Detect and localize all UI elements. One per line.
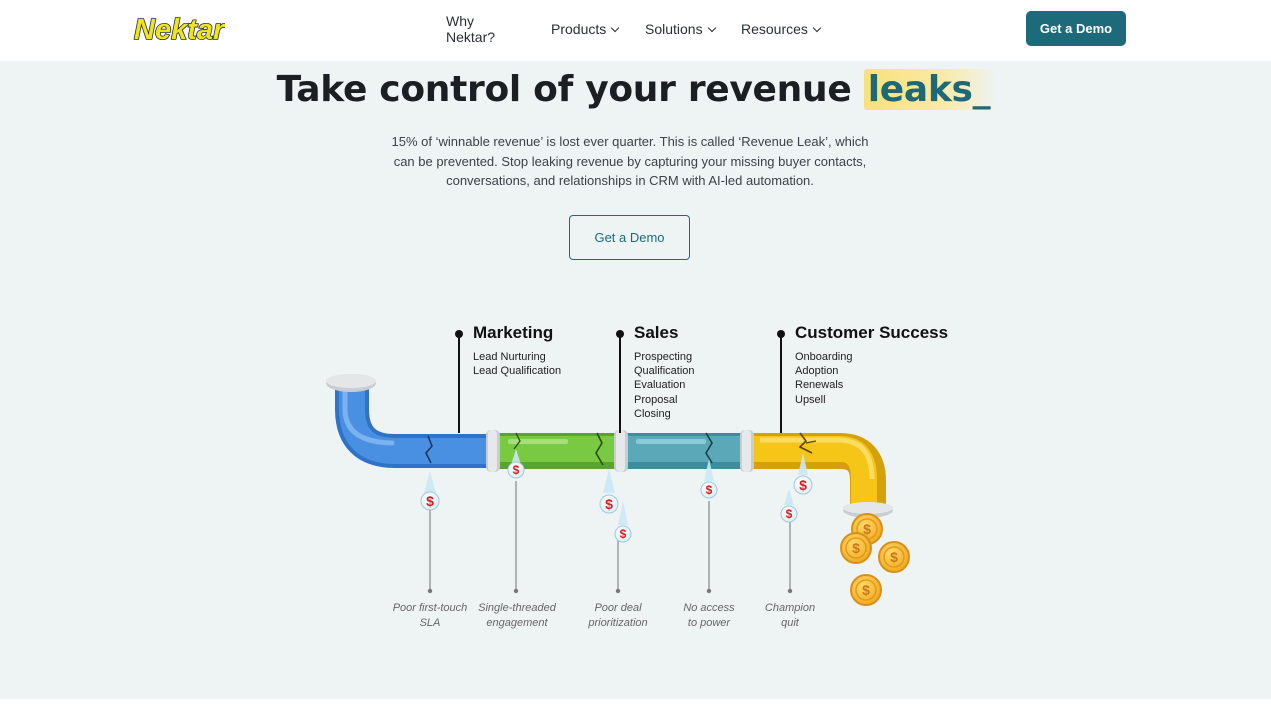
drop-symbol: $ [706, 483, 713, 497]
leak-label-line: Single-threaded [478, 602, 556, 614]
nav-link-products[interactable]: Products [551, 19, 620, 39]
stage-items: Lead Nurturing Lead Qualification [473, 350, 561, 378]
coin-symbol: $ [852, 540, 860, 556]
leak-label-line: Poor deal [594, 602, 642, 614]
stage-title: Sales [634, 323, 679, 342]
stage-items: Prospecting Qualification Evaluation Pro… [634, 350, 695, 421]
stage-items: Onboarding Adoption Renewals Upsell [795, 350, 853, 407]
coin-symbol: $ [890, 549, 898, 565]
drop-symbol: $ [426, 493, 434, 509]
stage-item: Prospecting [634, 351, 693, 363]
chevron-down-icon [707, 23, 716, 32]
stage-title: Customer Success [795, 323, 949, 342]
leak-drop-6: $ [793, 475, 813, 495]
leak-drop-7: $ [780, 505, 798, 523]
leak-label-line: to power [687, 616, 731, 629]
top-navbar: Nektar Why Nektar? Products Solutions Re… [0, 0, 1271, 61]
leak-label: Poor first-touch SLA [385, 601, 475, 630]
drop-symbol: $ [786, 507, 793, 521]
leak-label-line: Champion [764, 602, 816, 614]
stage-item: Proposal [634, 393, 678, 406]
svg-text:Nektar: Nektar [134, 14, 225, 46]
stage-item: Upsell [795, 393, 826, 406]
leak-label-line: SLA [419, 616, 441, 629]
nav-link-label: Resources [741, 21, 808, 37]
stage-item: Qualification [634, 365, 695, 378]
stage-connector-line [780, 334, 782, 433]
stage-connector-line [619, 334, 621, 433]
drop-symbol: $ [620, 527, 627, 541]
leak-label-line: prioritization [588, 616, 648, 629]
drop-symbol: $ [605, 496, 613, 512]
stage-item: Adoption [795, 365, 839, 378]
leak-drop-3: $ [599, 494, 619, 514]
chevron-down-icon [611, 23, 620, 32]
nav-link-label: Why Nektar? [446, 13, 496, 45]
stage-item: Onboarding [795, 351, 853, 363]
stage-item: Lead Nurturing [473, 351, 546, 363]
chevron-down-icon [812, 23, 822, 32]
leak-drop-4: $ [614, 525, 632, 543]
leak-label-line: engagement [486, 616, 548, 629]
stage-item: Closing [634, 407, 671, 420]
nav-link-resources[interactable]: Resources [741, 19, 822, 39]
leak-label: No access to power [664, 601, 754, 630]
stage-connector-line [458, 334, 460, 433]
nav-link-label: Products [551, 21, 607, 37]
gold-coin-3: $ [878, 541, 910, 573]
leak-label: Poor deal prioritization [573, 601, 663, 630]
nav-get-demo-button[interactable]: Get a Demo [1026, 11, 1126, 46]
gold-coin-2: $ [840, 532, 872, 564]
leak-label-line: quit [781, 616, 799, 629]
nav-link-why-nektar[interactable]: Why Nektar? [446, 13, 495, 45]
stage-item: Renewals [795, 379, 844, 392]
nav-link-label: Solutions [645, 21, 703, 37]
leak-label-line: Poor first-touch [392, 602, 468, 614]
nav-link-solutions[interactable]: Solutions [645, 19, 716, 39]
leak-drop-5: $ [700, 481, 718, 499]
leak-drop-2: $ [507, 461, 525, 479]
hero-section: Take control of your revenue leaks_ 15% … [0, 61, 1271, 699]
leak-drop-1: $ [420, 491, 440, 511]
leak-label-line: No access [683, 602, 735, 614]
next-section-edge [0, 699, 1271, 725]
stage-item: Evaluation [634, 379, 686, 392]
drop-symbol: $ [513, 463, 520, 477]
stage-item: Lead Qualification [473, 365, 562, 378]
leak-label: Champion quit [745, 601, 835, 630]
gold-coin-4: $ [850, 574, 882, 606]
coin-symbol: $ [862, 582, 870, 598]
stage-title: Marketing [473, 323, 554, 342]
nektar-logo[interactable]: Nektar [133, 12, 225, 46]
drop-symbol: $ [799, 477, 807, 493]
leak-label: Single-threaded engagement [472, 601, 562, 630]
